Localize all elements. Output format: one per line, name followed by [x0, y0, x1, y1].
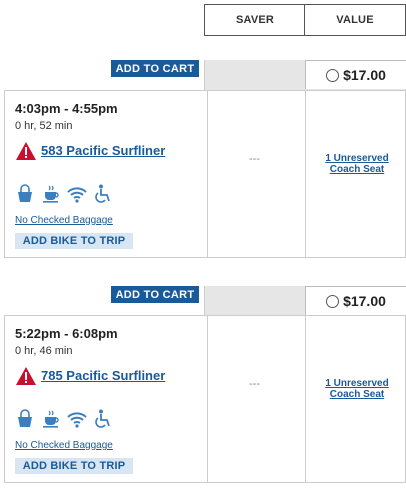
value-fare-line2: Coach Seat	[329, 164, 385, 175]
wheelchair-icon	[95, 409, 110, 428]
value-fare-link[interactable]: 1 Unreserved Coach Seat	[307, 378, 406, 400]
value-fare-line2: Coach Seat	[329, 389, 385, 400]
column-header-value: VALUE	[304, 4, 406, 36]
bag-icon	[18, 184, 32, 202]
add-bike-button[interactable]: ADD BIKE TO TRIP	[15, 233, 133, 249]
fare-radio[interactable]	[326, 68, 340, 82]
amenities	[15, 409, 113, 429]
value-fare-line1: 1 Unreserved	[325, 153, 389, 164]
cafe-icon	[43, 410, 59, 428]
trip-duration: 0 hr, 52 min	[15, 120, 73, 132]
value-fare-line1: 1 Unreserved	[325, 378, 389, 389]
wheelchair-icon	[95, 184, 110, 203]
fare-price: $17.00	[343, 67, 386, 83]
train-name-link[interactable]: 785 Pacific Surfliner	[41, 368, 165, 383]
column-divider	[305, 316, 306, 482]
column-header-saver-label: SAVER	[235, 14, 275, 26]
wifi-icon	[67, 412, 87, 428]
add-to-cart-button[interactable]: ADD TO CART	[111, 286, 199, 303]
add-bike-button[interactable]: ADD BIKE TO TRIP	[15, 458, 133, 474]
column-divider	[305, 91, 306, 257]
amenities	[15, 184, 113, 204]
wifi-icon	[67, 187, 87, 203]
warning-icon[interactable]	[15, 141, 37, 161]
trip-duration: 0 hr, 46 min	[15, 345, 73, 357]
saver-fare-unavailable: ---	[249, 378, 260, 390]
trip-card: 5:22pm - 6:08pm 0 hr, 46 min 785 Pacific…	[4, 315, 406, 483]
cafe-icon	[43, 185, 59, 203]
column-divider	[207, 316, 208, 482]
value-fare-link[interactable]: 1 Unreserved Coach Seat	[307, 153, 406, 175]
trip-time: 5:22pm - 6:08pm	[15, 326, 118, 341]
add-to-cart-button[interactable]: ADD TO CART	[111, 60, 199, 77]
saver-fare-unavailable: ---	[249, 153, 260, 165]
checked-baggage-link[interactable]: No Checked Baggage	[15, 440, 113, 451]
fare-option-value[interactable]: $17.00	[305, 60, 406, 89]
column-header-value-label: VALUE	[336, 14, 374, 26]
fare-price: $17.00	[343, 293, 386, 309]
warning-icon[interactable]	[15, 366, 37, 386]
fare-radio[interactable]	[326, 294, 340, 308]
train-name-link[interactable]: 583 Pacific Surfliner	[41, 143, 165, 158]
checked-baggage-link[interactable]: No Checked Baggage	[15, 215, 113, 226]
column-divider	[207, 91, 208, 257]
trip-time: 4:03pm - 4:55pm	[15, 101, 118, 116]
column-header-saver: SAVER	[204, 4, 305, 36]
bag-icon	[18, 409, 32, 427]
fare-option-value[interactable]: $17.00	[305, 286, 406, 315]
trip-card: 4:03pm - 4:55pm 0 hr, 52 min 583 Pacific…	[4, 90, 406, 258]
